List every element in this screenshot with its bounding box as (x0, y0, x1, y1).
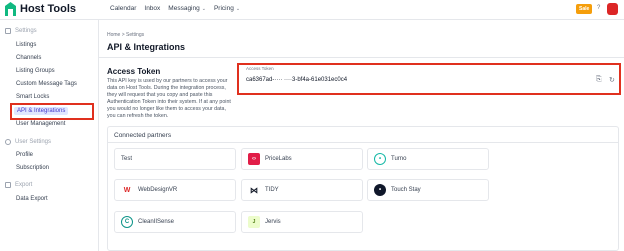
sidebar-item-data-export[interactable]: Data Export (16, 196, 48, 202)
sidebar: Settings Listings Channels Listing Group… (0, 20, 99, 251)
page-title: API & Integrations (107, 42, 186, 52)
partner-card-test[interactable]: Test (114, 148, 236, 170)
sidebar-item-listings[interactable]: Listings (16, 42, 36, 48)
breadcrumb[interactable]: Home > Settings (107, 32, 144, 38)
cleanlisense-logo-icon: C (121, 216, 133, 228)
nav-messaging[interactable]: Messaging ⌄ (168, 5, 206, 12)
avatar[interactable] (607, 3, 618, 15)
nav-pricing[interactable]: Pricing ⌄ (214, 5, 240, 12)
access-token-value[interactable]: ca6367ad-···· ····3-bf4a-61e031ec0c4 (246, 77, 347, 83)
nav-inbox[interactable]: Inbox (144, 5, 160, 12)
turno-logo-icon: • (374, 153, 386, 165)
nav-pricing-label: Pricing (213, 5, 234, 12)
logo-icon (5, 2, 16, 16)
user-icon (5, 139, 11, 145)
partner-card-jervis[interactable]: J Jervis (241, 211, 363, 233)
partner-name: CleanIISense (138, 219, 175, 225)
sidebar-heading-label: Export (15, 182, 33, 188)
sidebar-item-user-management[interactable]: User Management (16, 121, 65, 127)
partner-name: WebDesignVR (138, 187, 178, 193)
app-name: Host Tools (20, 3, 77, 15)
sidebar-item-custom-message-tags[interactable]: Custom Message Tags (16, 81, 77, 87)
chevron-down-icon: ⌄ (235, 5, 241, 12)
access-token-description: This API key is used by our partners to … (107, 78, 231, 119)
partner-name: TIDY (265, 187, 279, 193)
top-nav: Calendar Inbox Messaging ⌄ Pricing ⌄ (110, 5, 240, 12)
tidy-logo-icon: ⋈ (248, 184, 260, 196)
touchstay-logo-icon: • (374, 184, 386, 196)
partner-card-pricelabs[interactable]: ‹› PriceLabs (241, 148, 363, 170)
sidebar-item-smart-locks[interactable]: Smart Locks (16, 94, 49, 100)
partner-name: Touch Stay (391, 187, 421, 193)
divider (107, 142, 619, 143)
sidebar-heading-settings: Settings (5, 28, 37, 34)
webdesignvr-logo-icon: W (121, 184, 133, 196)
sidebar-item-channels[interactable]: Channels (16, 55, 41, 61)
sidebar-item-profile[interactable]: Profile (16, 152, 33, 158)
connected-partners-heading: Connected partners (114, 132, 172, 139)
highlight-box (10, 103, 94, 120)
sale-badge[interactable]: Sale (576, 4, 593, 14)
partner-card-webdesignvr[interactable]: W WebDesignVR (114, 179, 236, 201)
access-token-title: Access Token (107, 67, 161, 76)
export-icon (5, 182, 11, 188)
nav-messaging-label: Messaging (168, 5, 200, 12)
partner-card-touch-stay[interactable]: • Touch Stay (367, 179, 489, 201)
partner-name: Test (121, 156, 133, 162)
top-bar: Host Tools Calendar Inbox Messaging ⌄ Pri… (0, 0, 624, 20)
divider (99, 57, 624, 58)
sidebar-item-listing-groups[interactable]: Listing Groups (16, 68, 55, 74)
chevron-down-icon: ⌄ (201, 5, 206, 12)
app-logo[interactable]: Host Tools (5, 2, 76, 16)
partner-name: Jervis (265, 219, 281, 225)
sidebar-heading-user-settings: User Settings (5, 139, 51, 145)
help-icon[interactable]: ? (597, 5, 600, 11)
nav-calendar[interactable]: Calendar (110, 5, 136, 12)
partner-name: PriceLabs (265, 156, 292, 162)
jervis-logo-icon: J (248, 216, 260, 228)
partner-card-cleanlisense[interactable]: C CleanIISense (114, 211, 236, 233)
gear-icon (5, 28, 11, 34)
partner-card-turno[interactable]: • Turno (367, 148, 489, 170)
partner-card-tidy[interactable]: ⋈ TIDY (241, 179, 363, 201)
sidebar-heading-export: Export (5, 182, 32, 188)
copy-icon[interactable]: ⎘ (596, 76, 602, 84)
pricelabs-logo-icon: ‹› (248, 153, 260, 165)
sidebar-heading-label: User Settings (15, 139, 52, 145)
partner-name: Turno (391, 156, 407, 162)
access-token-label: Access Token (246, 66, 274, 71)
sidebar-heading-label: Settings (15, 28, 37, 34)
sidebar-item-subscription[interactable]: Subscription (16, 165, 49, 171)
refresh-icon[interactable]: ↻ (609, 76, 615, 84)
